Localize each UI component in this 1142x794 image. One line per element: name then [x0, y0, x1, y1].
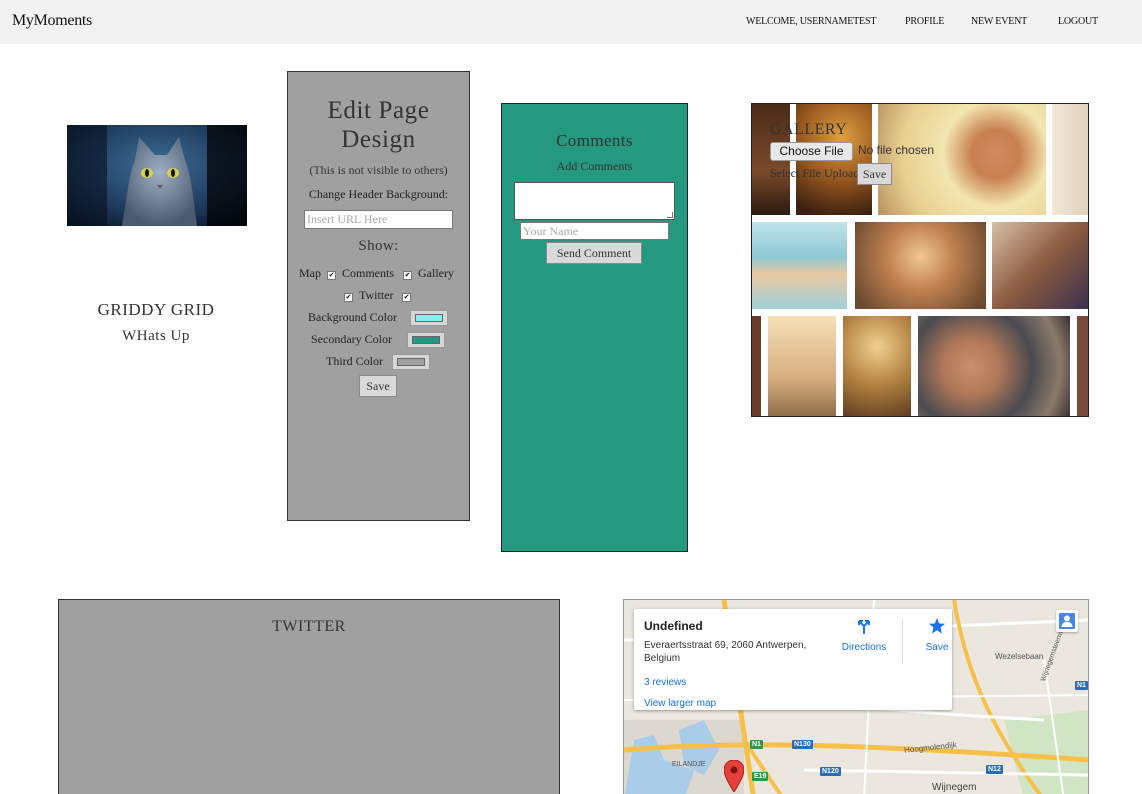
save-place-button[interactable]: Save	[909, 617, 965, 653]
gallery-panel: GALLERY Choose File No file chosen Selec…	[751, 103, 1089, 417]
show-map-checkbox[interactable]: ✔	[327, 271, 336, 280]
map-place-label: EILANDJE	[672, 761, 706, 768]
save-design-button[interactable]: Save	[359, 375, 397, 397]
gallery-photo[interactable]	[752, 316, 761, 416]
show-twitter-checkbox[interactable]: ✔	[402, 293, 411, 302]
street-view-pegman[interactable]	[1056, 610, 1078, 632]
twitter-title: TWITTER	[272, 618, 346, 635]
resize-grip-icon[interactable]	[667, 212, 673, 218]
directions-icon	[858, 620, 870, 634]
visibility-note: (This is not visible to others)	[309, 163, 448, 177]
gallery-photo[interactable]	[752, 222, 847, 309]
add-comments-label: Add Comments	[556, 159, 633, 173]
road-label: E19	[752, 772, 769, 781]
edit-panel-title: Edit Page Design	[327, 97, 430, 153]
gallery-photo[interactable]	[878, 104, 1046, 215]
gallery-photo[interactable]	[768, 316, 836, 416]
gallery-photo[interactable]	[918, 316, 1070, 416]
profile-picture	[67, 125, 247, 226]
road-label: N130	[792, 740, 813, 749]
option-comments-label: Comments	[342, 266, 395, 280]
person-icon	[1059, 613, 1075, 629]
top-navbar: MyMoments WELCOME, USERNAMETEST PROFILE …	[0, 0, 1142, 44]
secondary-color-label: Secondary Color	[311, 332, 392, 346]
map-place-label: Wezelsebaan	[995, 652, 1044, 661]
place-address: Everaertsstraat 69, 2060 Antwerpen, Belg…	[644, 640, 807, 664]
gallery-photo[interactable]	[1077, 316, 1088, 416]
place-name: Undefined	[644, 619, 703, 633]
edit-design-panel: Edit Page Design (This is not visible to…	[287, 71, 470, 521]
comments-title: Comments	[556, 131, 633, 150]
gallery-photo[interactable]	[843, 316, 911, 416]
twitter-panel: TWITTER	[58, 599, 560, 794]
gallery-title: GALLERY	[770, 121, 848, 138]
option-map-label: Map	[299, 266, 321, 280]
show-gallery-checkbox[interactable]: ✔	[344, 293, 353, 302]
profile-subtitle: WHats Up	[122, 328, 190, 344]
third-color-picker[interactable]	[392, 354, 430, 370]
road-label: N12	[986, 765, 1003, 774]
nav-logout-link[interactable]: LOGOUT	[1058, 16, 1098, 27]
card-divider	[902, 619, 903, 663]
road-label: N1	[1075, 681, 1088, 690]
save-place-label: Save	[925, 642, 949, 653]
option-twitter-label: Twitter	[359, 288, 394, 302]
nav-profile-link[interactable]: PROFILE	[905, 16, 944, 27]
upload-label: Select File Upload	[770, 166, 860, 180]
no-file-chosen-text: No file chosen	[858, 143, 935, 157]
choose-file-button[interactable]: Choose File	[770, 142, 853, 161]
map-place-label: Wijnegem	[932, 782, 977, 793]
send-comment-button[interactable]: Send Comment	[546, 242, 642, 264]
nav-new-event-link[interactable]: NEW EVENT	[971, 16, 1027, 27]
directions-label: Directions	[841, 642, 887, 653]
view-larger-map-link[interactable]: View larger map	[644, 698, 716, 709]
header-url-input[interactable]	[304, 210, 453, 229]
directions-button[interactable]: Directions	[836, 617, 892, 653]
comments-panel: Comments Add Comments Send Comment	[501, 103, 688, 552]
show-comments-checkbox[interactable]: ✔	[403, 271, 412, 280]
comment-textarea[interactable]	[514, 182, 675, 220]
background-color-label: Background Color	[308, 310, 397, 324]
comment-name-input[interactable]	[520, 222, 669, 240]
nav-welcome-user[interactable]: WELCOME, USERNAMETEST	[746, 16, 876, 27]
road-label: N120	[820, 767, 841, 776]
header-background-label: Change Header Background:	[308, 187, 449, 201]
third-color-label: Third Color	[326, 354, 383, 368]
gallery-photo[interactable]	[1052, 104, 1088, 215]
gallery-photo[interactable]	[992, 222, 1088, 309]
map-pin-icon[interactable]	[724, 760, 744, 792]
reviews-link[interactable]: 3 reviews	[644, 677, 686, 688]
map-panel[interactable]: N1 N130 E19 N120 N12 N1 Wezelsebaan Wijn…	[623, 599, 1089, 794]
secondary-color-picker[interactable]	[407, 332, 445, 348]
gallery-save-button[interactable]: Save	[857, 163, 892, 185]
show-label: Show:	[358, 238, 399, 254]
option-gallery-label: Gallery	[418, 266, 454, 280]
brand-logo[interactable]: MyMoments	[12, 12, 92, 30]
road-label: N1	[750, 740, 763, 749]
background-color-picker[interactable]	[410, 310, 448, 326]
gallery-photo[interactable]	[855, 222, 986, 309]
profile-name: GRIDDY GRID	[97, 300, 215, 319]
star-icon	[929, 618, 945, 634]
place-info-card: Undefined Everaertsstraat 69, 2060 Antwe…	[634, 609, 952, 710]
